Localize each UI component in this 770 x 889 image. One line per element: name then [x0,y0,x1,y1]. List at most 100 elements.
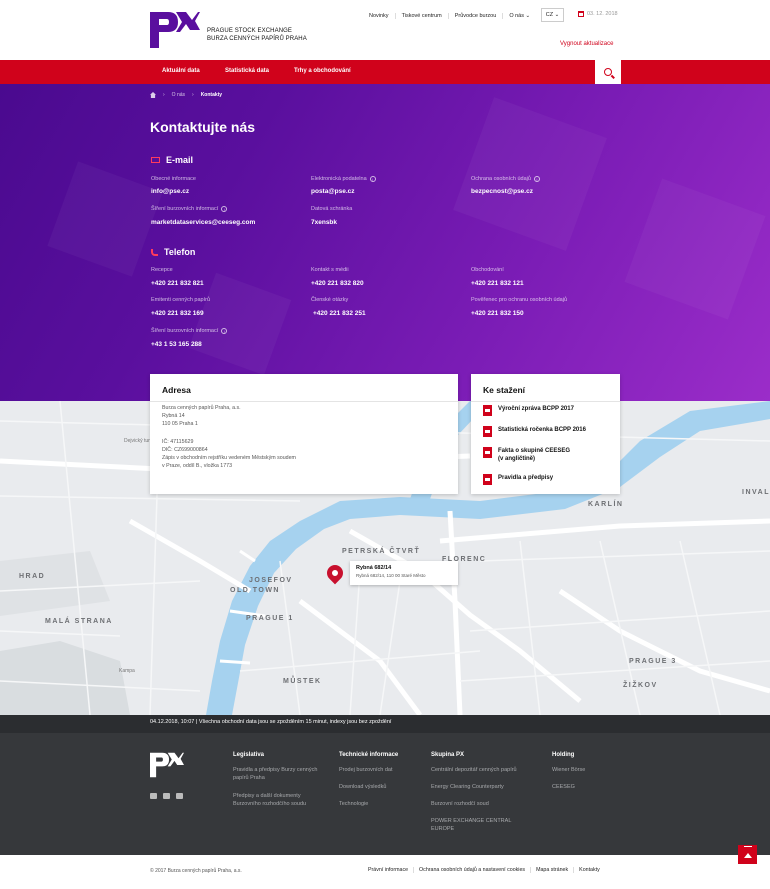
email-label: Šíření burzovních informací i [151,206,228,212]
email-value[interactable]: bezpecnost@pse.cz [471,188,533,195]
phone-label: Kontakt s médii [311,267,349,273]
map-label: HRAD [19,573,46,580]
twitter-icon[interactable] [150,793,157,799]
address-line: Zápis v obchodním rejstříku vedeném Měst… [162,455,296,461]
info-icon[interactable]: i [369,176,376,182]
language-select[interactable]: CZ ⌄ [541,8,564,22]
search-button[interactable] [595,60,621,84]
footer-col-title: Holding [552,752,575,758]
address-line: IČ: 47115629 [162,439,194,445]
footer-link[interactable]: CEESEG [552,784,575,792]
page-title: Kontaktujte nás [150,119,256,135]
top-link-novinky[interactable]: Novinky [363,13,396,19]
footer-link[interactable]: Wiener Börse [552,767,585,775]
email-value[interactable]: posta@pse.cz [311,188,355,195]
map-label: MŮSTEK [283,678,322,685]
pdf-icon [483,474,492,485]
phone-value[interactable]: +420 221 832 150 [471,310,524,317]
chevron-down-icon: ⌄ [525,13,531,19]
footer-link[interactable]: Download výsledků [339,784,386,792]
youtube-icon[interactable] [176,793,183,799]
phone-label: Šíření burzovních informací i [151,328,228,334]
downloads-title: Ke stažení [483,385,526,395]
map-label: PRAGUE 3 [629,658,677,665]
px-footer-logo[interactable] [150,752,184,778]
header: PRAGUE STOCK EXCHANGE BURZA CENNÝCH PAPÍ… [0,0,770,60]
footer-link[interactable]: Pravidla a předpisy Burzy cenných papírů… [233,767,323,782]
linkedin-icon[interactable] [163,793,170,799]
px-logo[interactable] [150,12,200,48]
address-line: Burza cenných papírů Praha, a.s. [162,405,241,411]
map-label: Kampa [119,668,135,674]
download-item[interactable]: Fakta o skupině CEESEG (v angličtině) [483,447,570,463]
address-card: Adresa Burza cenných papírů Praha, a.s. … [150,374,458,494]
phone-value[interactable]: +43 1 53 165 288 [151,341,202,348]
info-icon[interactable]: i [533,176,540,182]
footer-link[interactable]: Centrální depozitář cenných papírů [431,767,517,775]
downloads-card: Ke stažení Výroční zpráva BCPP 2017 Stat… [471,374,620,494]
bottom-link-mapa[interactable]: Mapa stránek [531,867,575,873]
address-line: v Praze, oddíl B., vložka 1773 [162,463,233,469]
email-label: Ochrana osobních údajů i [471,176,540,182]
nav-trhy[interactable]: Trhy a obchodování [294,68,351,74]
info-icon[interactable]: i [221,328,228,334]
address-line: 110 05 Praha 1 [162,421,198,427]
phone-label: Členské otázky [311,297,349,303]
pdf-icon [483,405,492,416]
top-link-tiskove-centrum[interactable]: Tiskové centrum [396,13,449,19]
phone-section-title: Telefon [151,247,195,257]
header-date: 03. 12. 2018 [578,11,618,17]
breadcrumb-current: Kontakty [200,92,223,98]
social-links [150,793,183,799]
phone-value[interactable]: +420 221 832 121 [471,280,524,287]
footer-link[interactable]: POWER EXCHANGE CENTRAL EUROPE [431,818,531,833]
footer-link[interactable]: Předpisy a další dokumenty Burzovního ro… [233,793,328,808]
phone-value[interactable]: +420 221 832 169 [151,310,204,317]
arrow-up-icon [743,846,752,858]
top-link-o-nas[interactable]: O nás ⌄ [503,13,536,19]
phone-value[interactable]: +420 221 832 820 [311,280,364,287]
phone-value[interactable]: +420 221 832 821 [151,280,204,287]
bottom-link-ochrana[interactable]: Ochrana osobních údajů a nastavení cooki… [414,867,532,873]
nav-statisticka-data[interactable]: Statistická data [225,68,269,74]
footer-link[interactable]: Energy Clearing Counterparty [431,784,504,792]
map-label: INVAL [742,489,770,496]
bottom-links: Právní informace Ochrana osobních údajů … [363,867,605,873]
footer-col-title: Legislativa [233,752,265,758]
map-label: ŽIŽKOV [623,682,658,689]
footer-link[interactable]: Burzovní rozhodčí soud [431,801,489,809]
top-navigation: Novinky Tiskové centrum Průvodce burzou … [363,10,536,22]
email-value[interactable]: marketdataservices@ceeseg.com [151,219,255,226]
phone-label: Obchodování [471,267,504,273]
top-link-pruvodce[interactable]: Průvodce burzou [449,13,504,19]
phone-value[interactable]: +420 221 832 251 [313,310,366,317]
breadcrumb-o-nas[interactable]: O nás [172,92,185,98]
phone-label: Recepce [151,267,173,273]
footer-link[interactable]: Prodej burzovních dat [339,767,393,775]
nav-aktualni-data[interactable]: Aktuální data [162,68,200,74]
chevron-down-icon: ⌄ [554,12,560,18]
download-item[interactable]: Statistická ročenka BCPP 2016 [483,426,586,437]
logo-text: PRAGUE STOCK EXCHANGE BURZA CENNÝCH PAPÍ… [207,28,307,42]
map-label: OLD TOWN [230,587,280,594]
pdf-icon [483,447,492,458]
address-line: DIČ: CZ699000864 [162,447,208,453]
download-item[interactable]: Výroční zpráva BCPP 2017 [483,405,574,416]
search-icon [604,68,612,76]
home-icon[interactable] [150,92,156,98]
bottom-link-kontakty[interactable]: Kontakty [574,867,605,873]
info-icon[interactable]: i [221,206,228,212]
map-label: JOSEFOV [249,577,293,584]
copyright: © 2017 Burza cenných papírů Praha, a.s. [150,868,242,874]
phone-icon [151,248,158,256]
download-item[interactable]: Pravidla a předpisy [483,474,553,485]
footer-col-title: Skupina PX [431,752,465,758]
clear-updates-link[interactable]: Vygnout aktualizace [560,41,613,47]
bottom-link-pravni[interactable]: Právní informace [363,867,415,873]
address-line: Rybná 14 [162,413,185,419]
email-value[interactable]: info@pse.cz [151,188,189,195]
email-label: Elektronická podatelna i [311,176,376,182]
footer-link[interactable]: Technologie [339,801,368,809]
calendar-icon [578,11,584,17]
back-to-top-button[interactable] [738,845,757,864]
